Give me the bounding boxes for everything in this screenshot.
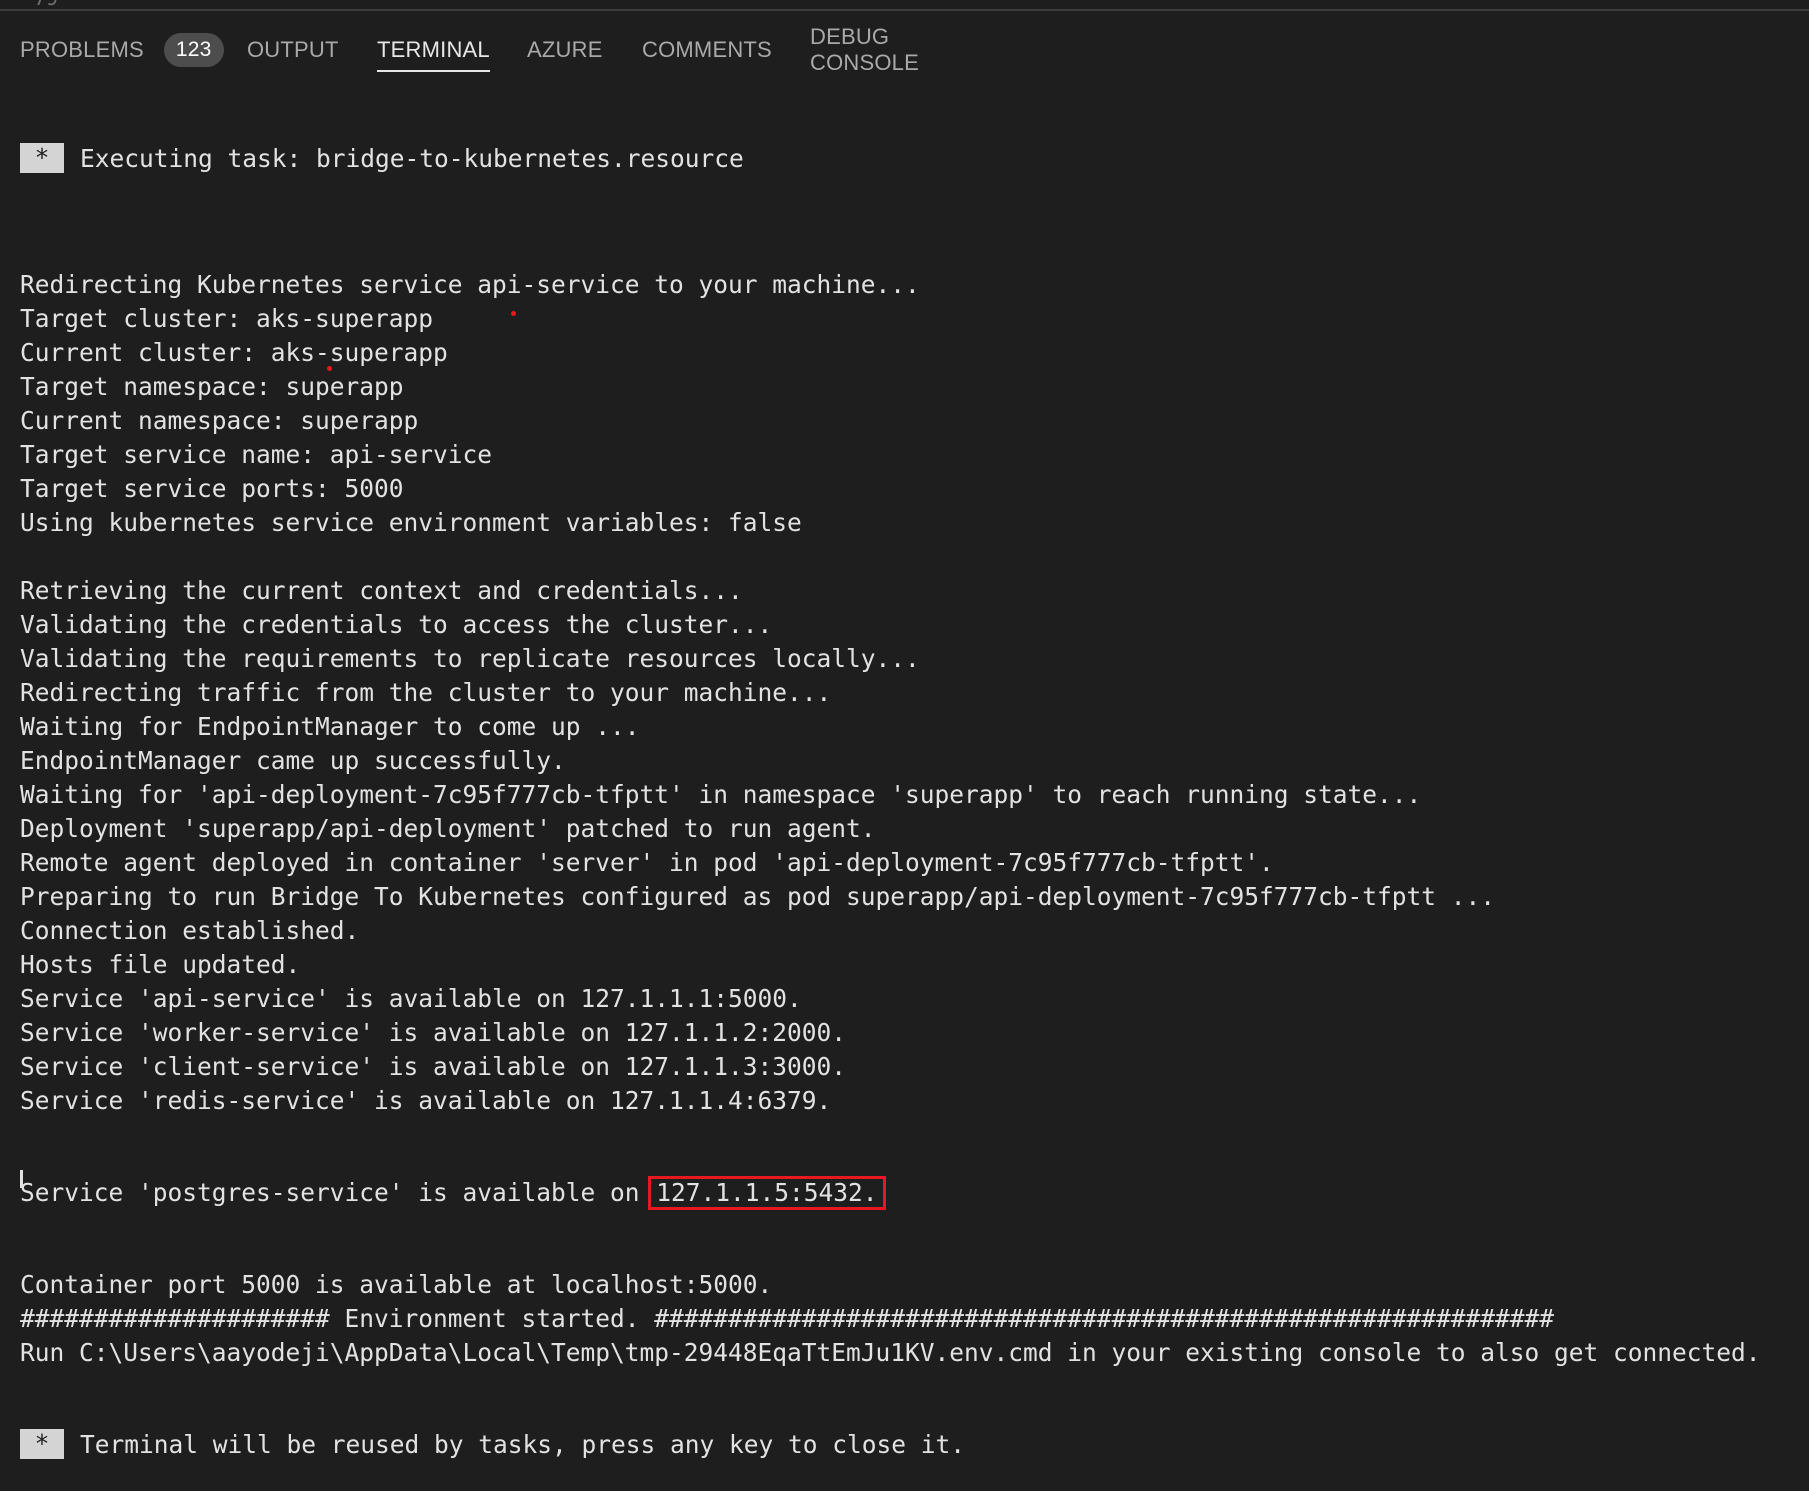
exec-task-text: Executing task: bridge-to-kubernetes.res… <box>80 144 744 173</box>
terminal-exec-line: * Executing task: bridge-to-kubernetes.re… <box>20 142 1800 176</box>
terminal-line: Redirecting Kubernetes service api-servi… <box>20 270 920 299</box>
tab-problems[interactable]: PROBLEMS 123 <box>20 30 224 70</box>
terminal-line: Target namespace: superapp <box>20 372 404 401</box>
terminal-line: Run C:\Users\aayodeji\AppData\Local\Temp… <box>20 1338 1761 1367</box>
terminal-line: Connection established. <box>20 916 360 945</box>
terminal-line: Using kubernetes service environment var… <box>20 508 802 537</box>
tab-debug-console[interactable]: DEBUG CONSOLE <box>810 24 919 75</box>
terminal-line: Retrieving the current context and crede… <box>20 576 743 605</box>
terminal-line: ##################### Environment starte… <box>20 1304 1555 1333</box>
terminal-output[interactable]: * Executing task: bridge-to-kubernetes.re… <box>20 84 1800 1491</box>
editor-line-number: 79 <box>34 0 58 9</box>
terminal-line: Redirecting traffic from the cluster to … <box>20 678 832 707</box>
terminal-line: Container port 5000 is available at loca… <box>20 1270 773 1299</box>
terminal-line: Target service name: api-service <box>20 440 493 469</box>
tab-azure-label: AZURE <box>527 37 603 62</box>
tab-debug-console-label: DEBUG CONSOLE <box>810 24 919 75</box>
terminal-line: Waiting for 'api-deployment-7c95f777cb-t… <box>20 780 1422 809</box>
tab-output[interactable]: OUTPUT <box>247 30 339 70</box>
terminal-line: Preparing to run Bridge To Kubernetes co… <box>20 882 1496 911</box>
annotation-dot <box>511 311 516 316</box>
tab-terminal-label: TERMINAL <box>377 37 490 62</box>
tab-azure[interactable]: AZURE <box>527 30 603 70</box>
terminal-line: Validating the credentials to access the… <box>20 610 773 639</box>
tab-output-label: OUTPUT <box>247 37 339 62</box>
postgres-address-highlight: 127.1.1.5:5432. <box>648 1176 886 1210</box>
tab-comments-label: COMMENTS <box>642 37 772 62</box>
tab-terminal[interactable]: TERMINAL <box>377 30 490 72</box>
tab-comments[interactable]: COMMENTS <box>642 30 772 70</box>
terminal-cursor <box>20 1170 23 1188</box>
terminal-line: Validating the requirements to replicate… <box>20 644 920 673</box>
postgres-line-prefix: Service 'postgres-service' is available … <box>20 1178 655 1207</box>
terminal-line: Deployment 'superapp/api-deployment' pat… <box>20 814 876 843</box>
task-marker: * <box>20 143 64 173</box>
problems-count-badge: 123 <box>163 33 224 67</box>
terminal-line: EndpointManager came up successfully. <box>20 746 566 775</box>
editor-panel-divider: 79 <box>0 0 1809 11</box>
terminal-line: Current namespace: superapp <box>20 406 419 435</box>
tab-problems-label: PROBLEMS <box>20 37 144 62</box>
terminal-line: Service 'worker-service' is available on… <box>20 1018 847 1047</box>
terminal-line: Target service ports: 5000 <box>20 474 404 503</box>
terminal-line: Service 'client-service' is available on… <box>20 1052 847 1081</box>
terminal-line: Target cluster: aks-superapp <box>20 304 434 333</box>
terminal-line: Hosts file updated. <box>20 950 301 979</box>
terminal-final-line: * Terminal will be reused by tasks, press… <box>20 1428 1800 1462</box>
final-line-text: Terminal will be reused by tasks, press … <box>80 1430 966 1459</box>
terminal-line-postgres: Service 'postgres-service' is available … <box>20 1176 1800 1210</box>
task-marker-final: * <box>20 1429 64 1459</box>
terminal-line: Remote agent deployed in container 'serv… <box>20 848 1274 877</box>
annotation-dot <box>327 366 332 371</box>
terminal-line: Service 'api-service' is available on 12… <box>20 984 802 1013</box>
terminal-line: Current cluster: aks-superapp <box>20 338 448 367</box>
terminal-line: Service 'redis-service' is available on … <box>20 1086 832 1115</box>
terminal-line: Waiting for EndpointManager to come up .… <box>20 712 640 741</box>
